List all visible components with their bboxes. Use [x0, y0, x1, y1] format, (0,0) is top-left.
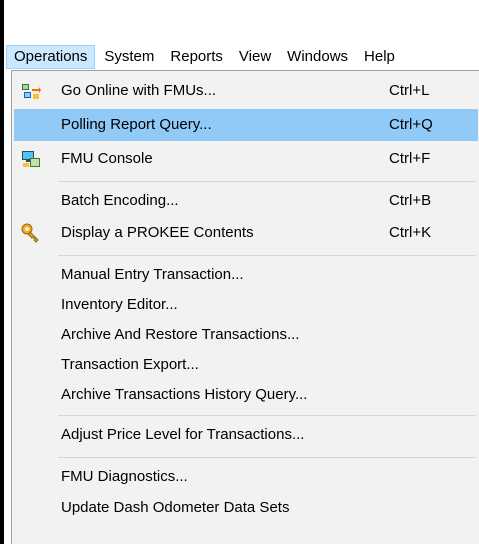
shortcut-label: Ctrl+K	[389, 224, 432, 241]
menu-view[interactable]: View	[232, 45, 278, 69]
menu-separator	[58, 457, 476, 458]
shortcut-label: Ctrl+Q	[389, 116, 433, 133]
menu-item-label: FMU Console	[61, 150, 153, 167]
menu-item-label: Polling Report Query...	[61, 116, 212, 133]
operations-dropdown: Go Online with FMUs... Ctrl+L Polling Re…	[11, 70, 479, 544]
menu-item-archive-restore[interactable]: Archive And Restore Transactions...	[14, 319, 478, 351]
menu-item-label: Batch Encoding...	[61, 192, 179, 209]
menu-item-go-online[interactable]: Go Online with FMUs... Ctrl+L	[14, 75, 478, 107]
menu-item-label: Inventory Editor...	[61, 296, 178, 313]
shortcut-label: Ctrl+F	[389, 150, 431, 167]
menu-item-label: Transaction Export...	[61, 356, 199, 373]
menu-item-fmu-console[interactable]: FMU Console Ctrl+F	[14, 143, 478, 175]
menu-item-label: Update Dash Odometer Data Sets	[61, 499, 290, 516]
window-background	[4, 0, 479, 44]
go-online-icon	[22, 84, 41, 99]
menu-separator	[58, 255, 476, 256]
menu-reports[interactable]: Reports	[163, 45, 230, 69]
menu-item-archive-history-query[interactable]: Archive Transactions History Query...	[14, 379, 478, 411]
menu-item-manual-entry[interactable]: Manual Entry Transaction...	[14, 259, 478, 291]
menu-item-transaction-export[interactable]: Transaction Export...	[14, 349, 478, 381]
menu-separator	[58, 415, 476, 416]
menu-windows[interactable]: Windows	[280, 45, 355, 69]
menu-item-display-prokee[interactable]: Display a PROKEE Contents Ctrl+K	[14, 217, 478, 249]
menu-system[interactable]: System	[97, 45, 161, 69]
key-icon	[21, 223, 39, 243]
menu-item-adjust-price-level[interactable]: Adjust Price Level for Transactions...	[14, 419, 478, 451]
menu-item-fmu-diagnostics[interactable]: FMU Diagnostics...	[14, 461, 478, 493]
menu-item-label: Display a PROKEE Contents	[61, 224, 254, 241]
menu-item-label: Archive Transactions History Query...	[61, 386, 308, 403]
menu-item-label: Go Online with FMUs...	[61, 82, 217, 99]
menu-item-batch-encoding[interactable]: Batch Encoding... Ctrl+B	[14, 185, 478, 217]
window-edge	[0, 0, 4, 544]
menu-item-update-dash-odometer[interactable]: Update Dash Odometer Data Sets	[14, 492, 478, 524]
menu-item-inventory-editor[interactable]: Inventory Editor...	[14, 289, 478, 321]
menu-bar: Operations System Reports View Windows H…	[4, 44, 479, 70]
menu-item-label: FMU Diagnostics...	[61, 468, 188, 485]
menu-item-label: Manual Entry Transaction...	[61, 266, 244, 283]
menu-item-polling-report-query[interactable]: Polling Report Query... Ctrl+Q	[14, 109, 478, 141]
menu-item-label: Archive And Restore Transactions...	[61, 326, 300, 343]
shortcut-label: Ctrl+B	[389, 192, 432, 209]
menu-separator	[58, 181, 476, 182]
menu-operations[interactable]: Operations	[6, 45, 96, 69]
shortcut-label: Ctrl+L	[389, 82, 430, 99]
fmu-console-icon	[22, 151, 40, 167]
menu-help[interactable]: Help	[357, 45, 402, 69]
menu-item-label: Adjust Price Level for Transactions...	[61, 426, 305, 443]
